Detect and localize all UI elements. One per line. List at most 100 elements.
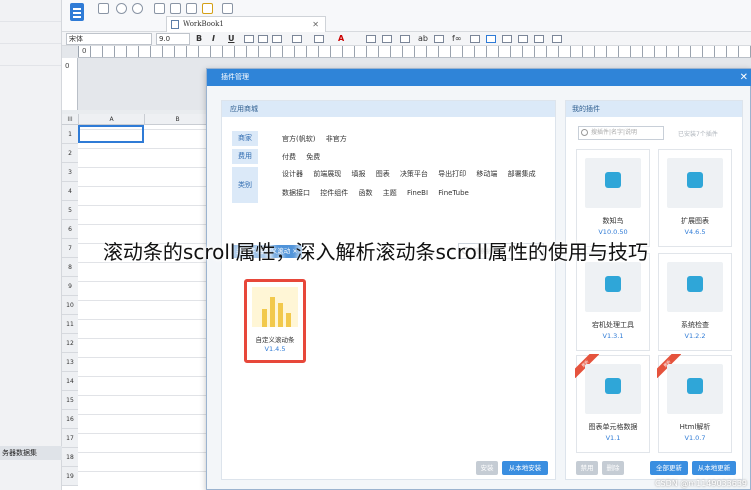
save-icon[interactable] — [98, 3, 109, 14]
ruler-h-zero: 0 — [82, 47, 87, 55]
insert-image-icon[interactable] — [434, 35, 444, 43]
filter-option[interactable]: 移动端 — [476, 170, 497, 178]
clear-icon[interactable] — [502, 35, 512, 43]
plugin-card[interactable]: 宕机处理工具 V1.3.1 — [576, 253, 650, 351]
text-ab-button[interactable]: ab — [418, 33, 428, 45]
plugin-version: V10.0.50 — [598, 228, 628, 236]
filter-option[interactable]: 图表 — [376, 170, 390, 178]
update-all-button[interactable]: 全部更新 — [650, 461, 688, 475]
italic-button[interactable]: I — [212, 33, 215, 45]
redo-icon[interactable] — [132, 3, 143, 14]
ruler-v-zero: 0 — [65, 62, 70, 70]
row-header[interactable]: 5 — [62, 201, 78, 220]
plugin-version: V1.3.1 — [602, 332, 624, 340]
row-header[interactable]: 18 — [62, 448, 78, 467]
plugin-name: 图表单元格数据 — [588, 423, 638, 431]
selected-cell-a1[interactable] — [78, 125, 144, 143]
split-cells-icon[interactable] — [382, 35, 392, 43]
filter-option[interactable]: 数据接口 — [282, 189, 310, 197]
format-brush-icon[interactable] — [202, 3, 213, 14]
filter-option[interactable]: FineTube — [438, 189, 469, 197]
app-logo-icon[interactable] — [70, 3, 84, 21]
server-dataset-label[interactable]: 务器数据集 — [0, 446, 62, 460]
font-family-select[interactable]: 宋体 — [66, 33, 152, 45]
underline-button[interactable]: U — [228, 33, 235, 45]
insert-row-icon[interactable] — [400, 35, 410, 43]
filter-option[interactable]: 付费 — [282, 153, 296, 161]
row-header[interactable]: 11 — [62, 315, 78, 334]
filter-options-category: 设计器 前端展现 填报 图表 决策平台 导出打印 移动端 部署集成 — [282, 169, 544, 179]
border-icon[interactable] — [292, 35, 302, 43]
template-icon[interactable] — [222, 3, 233, 14]
filter-option[interactable]: 填报 — [351, 170, 365, 178]
row-header[interactable]: 1 — [62, 125, 78, 144]
fill-color-icon[interactable] — [314, 35, 324, 43]
row-header[interactable]: 3 — [62, 163, 78, 182]
filter-option[interactable]: 函数 — [358, 189, 372, 197]
tab-workbook[interactable]: WorkBook1 ✕ — [166, 16, 326, 32]
vertical-ruler: 0 — [62, 58, 78, 110]
filter-option[interactable]: 免费 — [306, 153, 320, 161]
row-header[interactable]: 4 — [62, 182, 78, 201]
paste-icon[interactable] — [186, 3, 197, 14]
bold-button[interactable]: B — [196, 33, 202, 45]
formula-button[interactable]: f∞ — [452, 33, 461, 45]
dialog-close-icon[interactable]: ✕ — [740, 69, 748, 86]
filter-option[interactable]: 部署集成 — [508, 170, 536, 178]
hyperlink-icon[interactable] — [518, 35, 528, 43]
plugin-version: V4.6.5 — [684, 228, 706, 236]
delete-button[interactable]: 删除 — [602, 461, 624, 475]
my-plugins-search-input[interactable]: 搜插件|名字|说明 — [578, 126, 664, 140]
font-size-select[interactable]: 9.0 — [156, 33, 190, 45]
plugin-card[interactable]: 更新 Html解析 V1.0.7 — [657, 354, 732, 453]
row-header[interactable]: 10 — [62, 296, 78, 315]
column-header-b[interactable]: B — [144, 114, 210, 125]
row-header[interactable]: 19 — [62, 467, 78, 486]
sheet-property-icon[interactable] — [534, 35, 544, 43]
install-local-button[interactable]: 从本地安装 — [502, 461, 548, 475]
filter-option[interactable]: 主题 — [383, 189, 397, 197]
plugin-card[interactable]: 数知鸟 V10.0.50 — [576, 149, 650, 247]
cut-icon[interactable] — [154, 3, 165, 14]
filter-option[interactable]: 前端展现 — [313, 170, 341, 178]
more-icon[interactable] — [552, 35, 562, 43]
row-header[interactable]: 2 — [62, 144, 78, 163]
plugin-card-custom-scrollbar[interactable]: 自定义滚动条 V1.4.5 — [244, 279, 306, 363]
align-left-icon[interactable] — [244, 35, 254, 43]
row-header[interactable]: 12 — [62, 334, 78, 353]
align-right-icon[interactable] — [272, 35, 282, 43]
row-header[interactable]: 15 — [62, 391, 78, 410]
app-store-header: 应用商城 — [222, 101, 555, 117]
filter-option[interactable]: 设计器 — [282, 170, 303, 178]
disable-button[interactable]: 禁用 — [576, 461, 598, 475]
filter-option[interactable]: 导出打印 — [438, 170, 466, 178]
undo-icon[interactable] — [116, 3, 127, 14]
filter-label-cost: 费用 — [232, 149, 258, 164]
plugin-version: V1.1 — [605, 434, 621, 442]
row-header[interactable]: 17 — [62, 429, 78, 448]
insert-widget-icon[interactable] — [486, 35, 496, 43]
filter-option[interactable]: 非官方 — [326, 135, 347, 143]
filter-option[interactable]: 控件组件 — [320, 189, 348, 197]
grid-corner[interactable]: III — [62, 114, 78, 125]
plugin-card[interactable]: 系统检查 V1.2.2 — [658, 253, 732, 351]
plugin-card[interactable]: 更新 图表单元格数据 V1.1 — [575, 354, 650, 453]
update-local-button[interactable]: 从本地更新 — [692, 461, 736, 475]
copy-icon[interactable] — [170, 3, 181, 14]
row-header[interactable]: 9 — [62, 277, 78, 296]
align-center-icon[interactable] — [258, 35, 268, 43]
font-color-button[interactable]: A — [338, 33, 344, 45]
filter-option[interactable]: FineBI — [407, 189, 428, 197]
plugin-card[interactable]: 扩展图表 V4.6.5 — [658, 149, 732, 247]
watermark: CSDN @m1149033639 — [654, 479, 747, 488]
filter-option[interactable]: 官方(帆软) — [282, 135, 315, 143]
row-header[interactable]: 16 — [62, 410, 78, 429]
row-header[interactable]: 14 — [62, 372, 78, 391]
insert-chart-icon[interactable] — [470, 35, 480, 43]
install-button[interactable]: 安装 — [476, 461, 498, 475]
column-header-a[interactable]: A — [78, 114, 144, 125]
merge-cells-icon[interactable] — [366, 35, 376, 43]
tab-close-icon[interactable]: ✕ — [312, 17, 319, 32]
row-header[interactable]: 13 — [62, 353, 78, 372]
filter-option[interactable]: 决策平台 — [400, 170, 428, 178]
